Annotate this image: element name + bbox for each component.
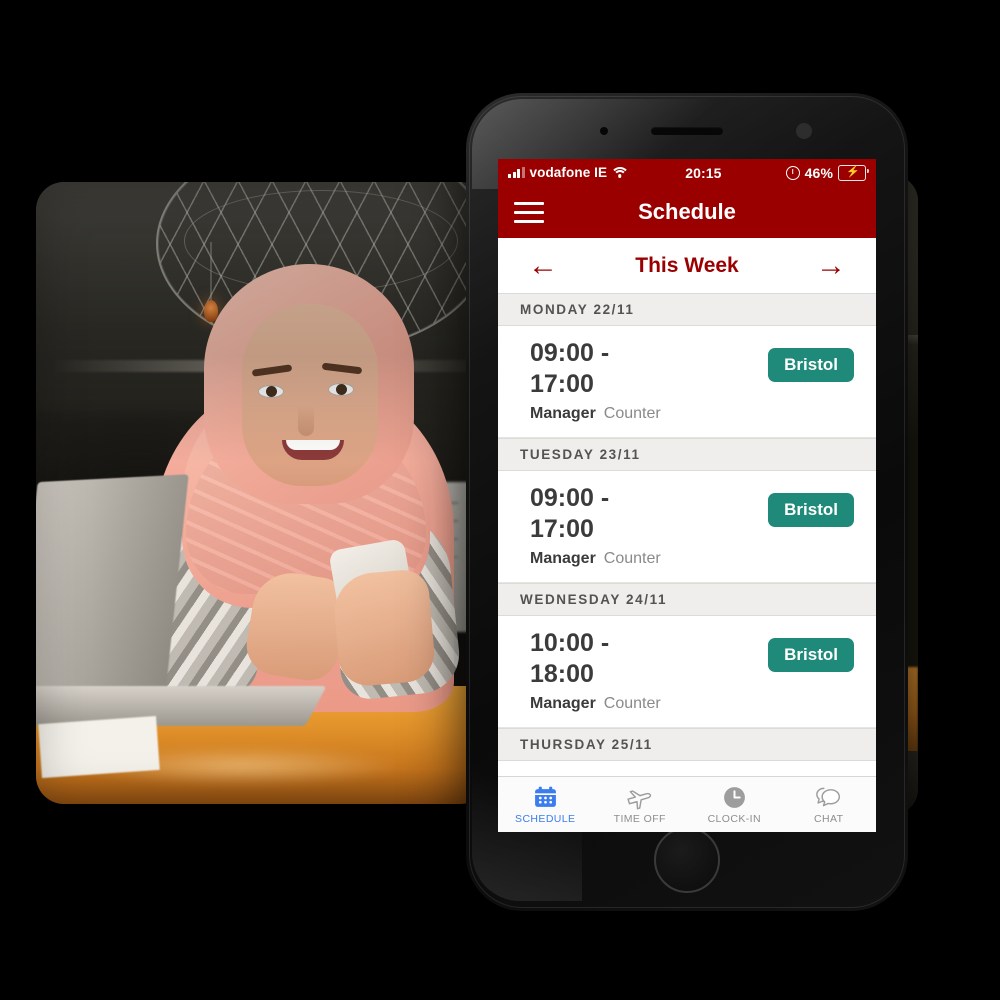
shift-location-wrap: Bristol xyxy=(768,338,854,382)
shift-area: Counter xyxy=(603,695,661,712)
teeth xyxy=(286,440,340,450)
status-badge[interactable]: Bristol xyxy=(768,638,854,672)
day-header: TUESDAY 23/11 xyxy=(498,438,876,471)
shift-location-wrap: Bristol xyxy=(768,483,854,527)
app-bar: Schedule xyxy=(498,186,876,238)
week-navigation: ← This Week → xyxy=(498,238,876,293)
shift-start-time: 10:00 - xyxy=(530,629,610,657)
shift-row[interactable]: 09:00 - 17:00 Manager Counter Bristol xyxy=(498,471,876,583)
day-header: MONDAY 22/11 xyxy=(498,293,876,326)
status-badge[interactable]: Bristol xyxy=(768,493,854,527)
tab-schedule[interactable]: SCHEDULE xyxy=(498,777,593,832)
day-header: WEDNESDAY 24/11 xyxy=(498,583,876,616)
previous-week-button[interactable]: ← xyxy=(528,250,558,281)
left-pupil xyxy=(266,386,277,397)
shift-area: Counter xyxy=(603,405,661,422)
laptop-screen xyxy=(36,474,189,712)
front-camera-icon xyxy=(600,127,608,135)
rotation-lock-icon xyxy=(785,165,800,180)
tab-label: TIME OFF xyxy=(613,813,666,825)
shift-details: 09:00 - 17:00 Manager Counter xyxy=(530,338,768,423)
status-badge[interactable]: Bristol xyxy=(768,348,854,382)
shift-role: Manager xyxy=(530,550,596,567)
mockup-stage: vodafone IE 20:15 46% ⚡ Schedule ← This … xyxy=(0,0,1000,1000)
shift-start-time: 09:00 - xyxy=(530,339,610,367)
carrier-label: vodafone IE xyxy=(529,165,608,180)
shift-end-time: 18:00 xyxy=(530,659,594,688)
shift-row[interactable]: 09:00 - 17:00 Manager Counter Bristol xyxy=(498,326,876,438)
shift-area: Counter xyxy=(603,550,661,567)
battery-charging-icon: ⚡ xyxy=(838,164,869,181)
phone-device: vodafone IE 20:15 46% ⚡ Schedule ← This … xyxy=(466,93,908,911)
laptop-keyboard xyxy=(36,686,327,726)
bulb-wire xyxy=(210,242,212,302)
home-button[interactable] xyxy=(654,827,720,893)
shift-role: Manager xyxy=(530,695,596,712)
shift-location-wrap: Bristol xyxy=(768,628,854,672)
shift-role: Manager xyxy=(530,405,596,422)
shift-time: 10:00 - 18:00 xyxy=(530,628,660,689)
schedule-list[interactable]: MONDAY 22/11 09:00 - 17:00 Manager Counte… xyxy=(498,293,876,777)
right-pupil xyxy=(336,384,347,395)
shift-meta: Manager Counter xyxy=(530,550,768,568)
shift-meta: Manager Counter xyxy=(530,695,768,713)
shift-details: 10:00 - 18:00 Manager Counter xyxy=(530,628,768,713)
status-bar-clock: 20:15 xyxy=(685,164,722,181)
shift-meta: Manager Counter xyxy=(530,405,768,423)
shift-time: 09:00 - 17:00 xyxy=(530,483,660,544)
shift-details: 09:00 - 17:00 Manager Counter xyxy=(530,483,768,568)
day-header: THURSDAY 25/11 xyxy=(498,728,876,761)
status-bar-left: vodafone IE xyxy=(508,165,630,180)
foreground-photo-card xyxy=(36,182,488,804)
wifi-icon xyxy=(610,166,630,179)
tab-time-off[interactable]: TIME OFF xyxy=(593,777,688,832)
shift-end-time: 17:00 xyxy=(530,369,594,398)
tab-label: SCHEDULE xyxy=(515,813,576,825)
calendar-icon xyxy=(533,784,558,810)
bottom-tab-bar: SCHEDULE TIME OFF CLOCK-IN CHAT xyxy=(498,776,876,832)
phone-screen: vodafone IE 20:15 46% ⚡ Schedule ← This … xyxy=(498,159,876,832)
hamburger-menu-icon[interactable] xyxy=(514,201,544,223)
tab-chat[interactable]: CHAT xyxy=(782,777,877,832)
current-week-label: This Week xyxy=(635,253,739,277)
clock-icon xyxy=(722,784,747,810)
shift-row[interactable]: 10:00 - 18:00 Manager Counter Bristol xyxy=(498,616,876,728)
shift-start-time: 09:00 - xyxy=(530,484,610,512)
tab-label: CHAT xyxy=(814,813,844,825)
signal-bars-icon xyxy=(508,167,525,178)
right-hand xyxy=(331,568,437,688)
proximity-sensor xyxy=(796,123,812,139)
earpiece-speaker xyxy=(651,127,723,135)
airplane-icon xyxy=(626,784,653,810)
next-week-button[interactable]: → xyxy=(816,250,846,281)
paper-sheet xyxy=(38,715,160,779)
status-bar-right: 46% ⚡ xyxy=(785,164,869,181)
shift-time: 09:00 - 17:00 xyxy=(530,338,660,399)
nose xyxy=(298,406,314,436)
page-title: Schedule xyxy=(638,199,736,224)
battery-percent-label: 46% xyxy=(804,164,833,181)
tab-clock-in[interactable]: CLOCK-IN xyxy=(687,777,782,832)
tab-label: CLOCK-IN xyxy=(707,813,761,825)
status-bar: vodafone IE 20:15 46% ⚡ xyxy=(498,159,876,186)
shift-end-time: 17:00 xyxy=(530,514,594,543)
chat-bubbles-icon xyxy=(815,784,842,810)
